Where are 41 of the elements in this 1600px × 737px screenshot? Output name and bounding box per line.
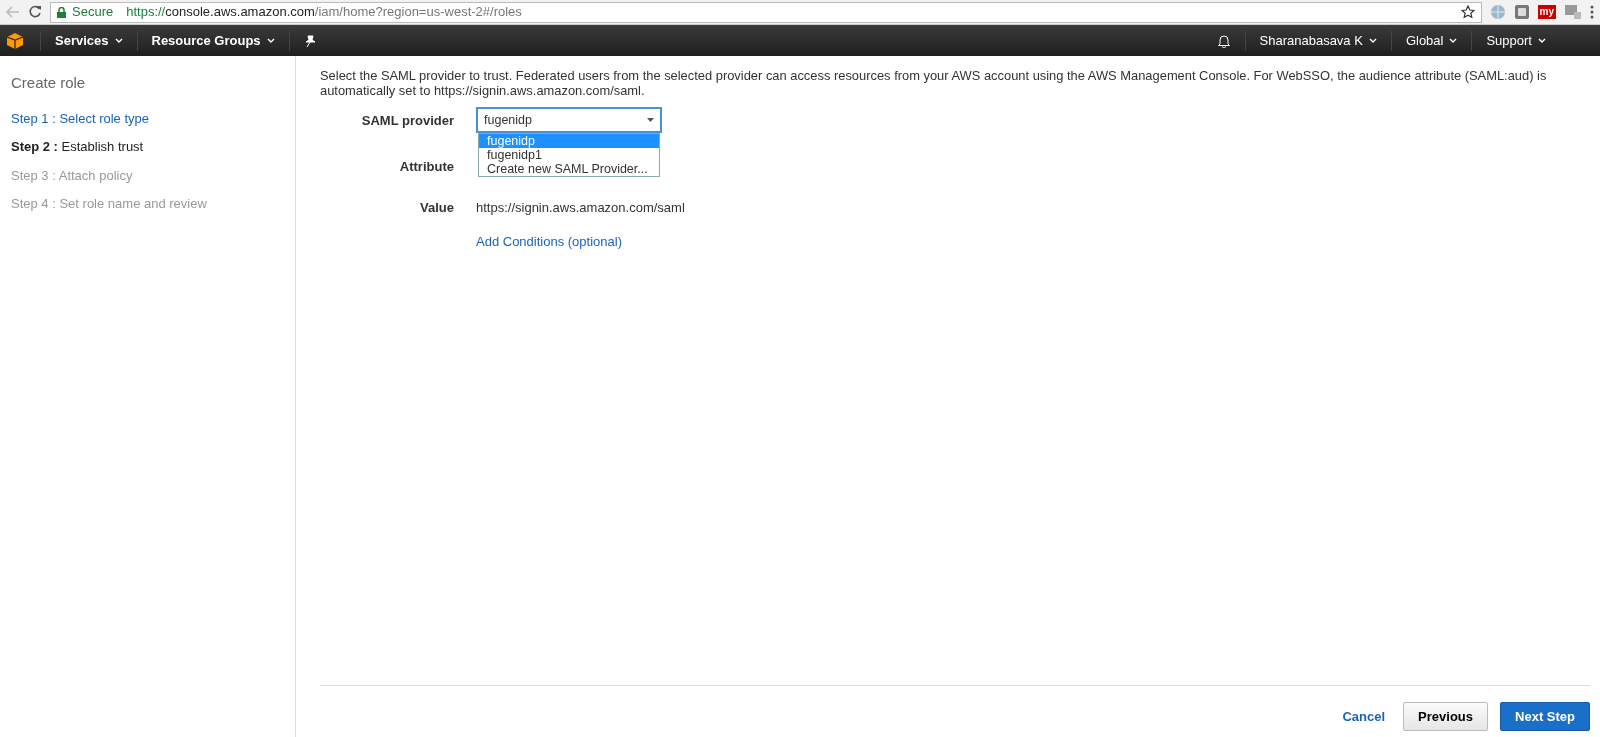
previous-button[interactable]: Previous	[1403, 701, 1489, 731]
nav-menu-button[interactable]: Resource Groups	[136, 30, 289, 51]
wizard-step: Step 4 : Set role name and review	[11, 194, 284, 214]
caret-icon	[266, 37, 275, 44]
field-label: SAML provider	[360, 111, 454, 130]
add-conditions-link[interactable]: Add Conditions (optional)	[476, 231, 622, 252]
wizard-step: Step 3 : Attach policy	[11, 165, 284, 185]
saml-provider-select[interactable]: fugenidp	[476, 106, 662, 133]
address-bar[interactable]: Secure https://console.aws.amazon.com/iam/home?region=us-west-2#/roles	[50, 1, 1482, 23]
cancel-button[interactable]: Cancel	[1336, 705, 1392, 727]
secure-label: Secure	[72, 3, 114, 22]
caret-icon	[647, 117, 654, 122]
field-value: https://signin.aws.amazon.com/saml	[476, 199, 685, 218]
instruction-text: Select the SAML provider to trust. Federated users from the selected provider can access resources from your AWS account using the AWS Management Console. For WebSSO, the audience attribute (SAML:aud) is automatically set to https://signin.aws.amazon.com/saml.	[320, 68, 1548, 99]
pin-icon[interactable]	[303, 34, 316, 47]
kebab-menu-icon[interactable]	[1590, 5, 1594, 19]
page-title: Create role	[11, 73, 87, 93]
nav-menu-button[interactable]: Services	[40, 30, 137, 51]
caret-icon	[1368, 37, 1377, 44]
nav-menu-button[interactable]: Support	[1471, 30, 1560, 51]
reload-icon[interactable]	[28, 5, 42, 19]
caret-icon	[1538, 37, 1546, 44]
field-label: Value	[419, 199, 454, 218]
nav-menu-button[interactable]: Global	[1390, 30, 1472, 51]
url-text: https://console.aws.amazon.com/iam/home?region=us-west-2#/roles	[126, 3, 522, 22]
square-icon[interactable]	[1513, 4, 1530, 20]
dropdown-option[interactable]: fugenidp1	[479, 147, 659, 162]
wizard-step[interactable]: Step 1 : Select role type	[11, 108, 284, 128]
star-icon[interactable]	[1460, 5, 1475, 19]
extension-badge[interactable]: my	[1537, 5, 1556, 19]
field-label: Attribute	[398, 157, 454, 176]
lock-icon	[57, 6, 66, 18]
dropdown-option[interactable]: Create new SAML Provider...	[479, 161, 659, 176]
caret-icon	[1449, 37, 1458, 44]
cube-logo-icon[interactable]	[6, 31, 24, 50]
nav-menu-button[interactable]: Sharanabasava K	[1244, 30, 1391, 51]
next-step-button[interactable]: Next Step	[1500, 701, 1590, 731]
phone-icon[interactable]	[1564, 4, 1582, 20]
bell-icon[interactable]	[1216, 33, 1231, 48]
wizard-step: Step 2 : Establish trust	[11, 137, 284, 157]
caret-icon	[114, 37, 123, 44]
